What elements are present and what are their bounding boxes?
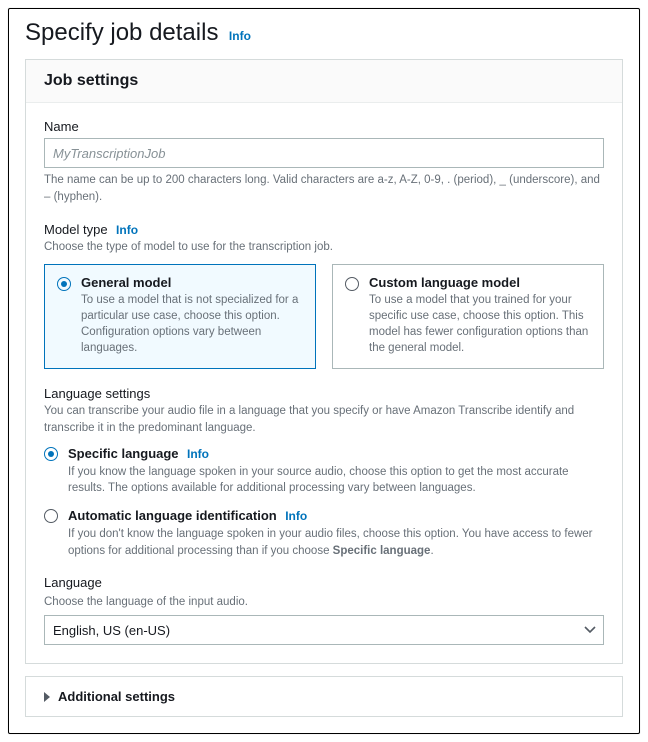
additional-settings-panel: Additional settings [25,676,623,717]
job-settings-panel: Job settings Name The name can be up to … [25,59,623,664]
model-type-info-link[interactable]: Info [116,223,138,237]
radio-icon [44,447,58,461]
tile-title-custom: Custom language model [369,275,591,290]
lang-opt-desc-auto-suffix: . [430,545,433,557]
lang-opt-title-auto: Automatic language identification [68,508,277,523]
radio-icon [57,277,71,291]
tile-title-general: General model [81,275,303,290]
name-helper: The name can be up to 200 characters lon… [44,172,604,205]
lang-opt-desc-auto-prefix: If you don't know the language spoken in… [68,528,593,557]
language-select[interactable]: English, US (en-US) [44,615,604,645]
caret-right-icon [44,692,50,702]
model-type-tile-general[interactable]: General model To use a model that is not… [44,264,316,369]
language-label: Language [44,575,604,590]
lang-option-specific[interactable]: Specific language Info If you know the l… [44,445,604,497]
caret-down-icon [584,626,596,634]
page-info-link[interactable]: Info [229,29,251,43]
lang-opt-title-specific: Specific language [68,446,179,461]
additional-settings-title: Additional settings [58,689,175,704]
tile-desc-general: To use a model that is not specialized f… [81,292,303,356]
tile-desc-custom: To use a model that you trained for your… [369,292,591,356]
lang-opt-specific-info-link[interactable]: Info [187,447,209,461]
lang-option-auto[interactable]: Automatic language identification Info I… [44,507,604,559]
model-type-helper: Choose the type of model to use for the … [44,239,604,256]
panel-title-job-settings: Job settings [44,72,604,90]
radio-icon [44,509,58,523]
radio-icon [345,277,359,291]
additional-settings-toggle[interactable]: Additional settings [26,677,622,716]
name-input[interactable] [44,138,604,168]
language-helper: Choose the language of the input audio. [44,594,604,611]
page-title: Specify job details [25,19,218,46]
language-settings-helper: You can transcribe your audio file in a … [44,403,604,436]
lang-opt-auto-info-link[interactable]: Info [285,509,307,523]
model-type-tile-custom[interactable]: Custom language model To use a model tha… [332,264,604,369]
language-settings-label: Language settings [44,386,150,401]
model-type-label: Model type [44,222,108,237]
lang-opt-desc-specific: If you know the language spoken in your … [68,464,604,497]
lang-opt-desc-auto-bold: Specific language [333,545,431,557]
name-label: Name [44,119,604,134]
lang-opt-desc-auto: If you don't know the language spoken in… [68,526,604,559]
language-select-value: English, US (en-US) [53,623,170,638]
